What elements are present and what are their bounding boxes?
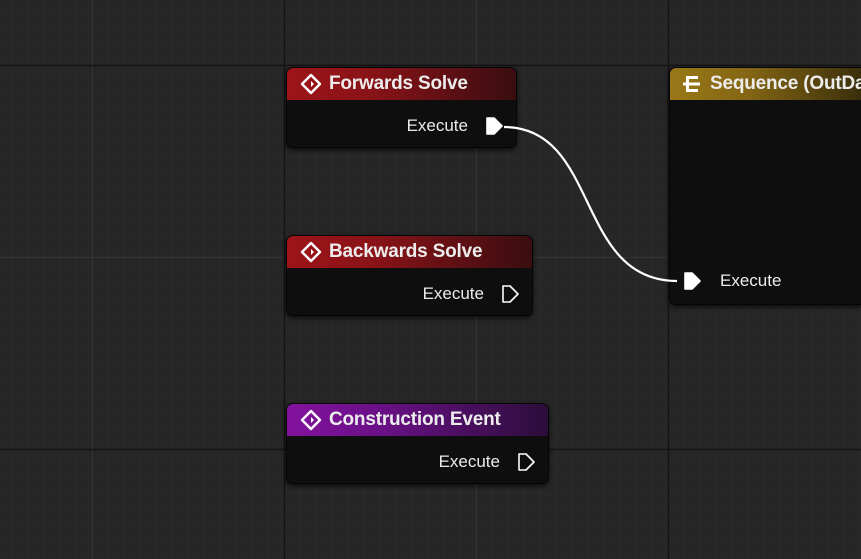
exec-wire[interactable] (0, 0, 861, 559)
graph-canvas[interactable]: Forwards Solve Execute Backwards Solve E… (0, 0, 861, 559)
